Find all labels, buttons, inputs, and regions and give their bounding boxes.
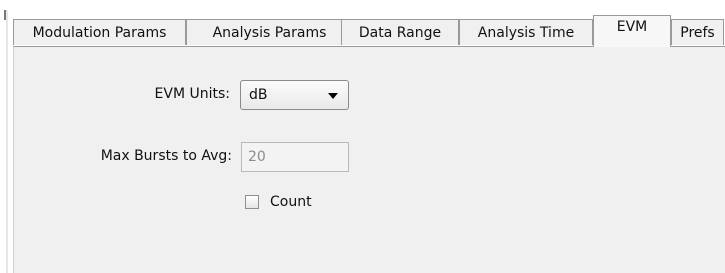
tab-data-range[interactable]: Data Range [341, 19, 459, 45]
tab-analysis-time[interactable]: Analysis Time [459, 19, 593, 45]
max-bursts-input[interactable]: 20 [241, 142, 349, 172]
chevron-down-icon [328, 93, 338, 99]
tab-evm[interactable]: EVM [593, 15, 671, 47]
max-bursts-label: Max Bursts to Avg: [100, 148, 232, 164]
evm-settings-dialog: Modulation Params Analysis Params Data R… [0, 0, 725, 273]
tab-modulation-params[interactable]: Modulation Params [13, 19, 186, 45]
count-checkbox[interactable] [245, 195, 259, 209]
max-bursts-value: 20 [248, 149, 266, 165]
tab-strip: Modulation Params Analysis Params Data R… [13, 15, 725, 47]
evm-units-value: dB [249, 87, 268, 103]
window-left-border [6, 10, 8, 273]
tab-prefs[interactable]: Prefs [671, 19, 724, 45]
evm-units-dropdown[interactable]: dB [240, 80, 349, 110]
tab-analysis-params[interactable]: Analysis Params [186, 19, 353, 45]
count-label[interactable]: Count [270, 194, 312, 210]
evm-units-label: EVM Units: [154, 86, 230, 102]
